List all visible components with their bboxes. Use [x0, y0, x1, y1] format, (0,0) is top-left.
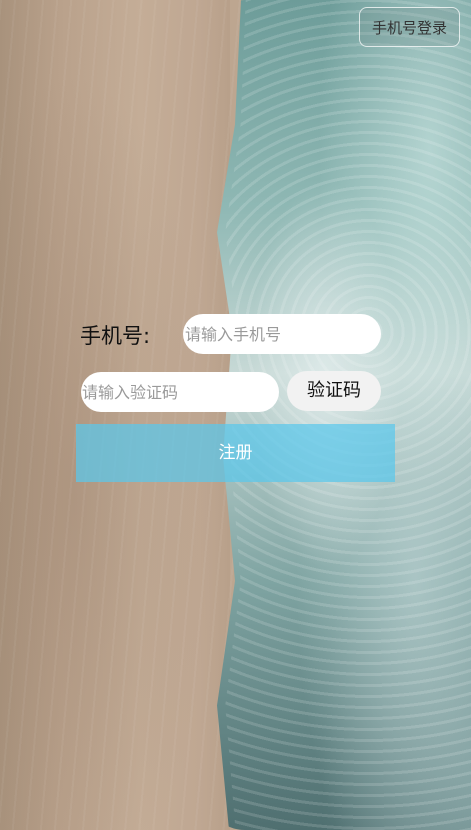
register-screen: 手机号登录 手机号: 验证码 注册: [0, 0, 471, 830]
get-code-button[interactable]: 验证码: [287, 371, 381, 411]
register-button[interactable]: 注册: [76, 424, 395, 482]
verification-code-input[interactable]: [81, 372, 279, 412]
phone-input[interactable]: [183, 314, 381, 354]
register-form: 手机号: 验证码 注册: [0, 0, 471, 830]
phone-label: 手机号:: [80, 324, 151, 348]
